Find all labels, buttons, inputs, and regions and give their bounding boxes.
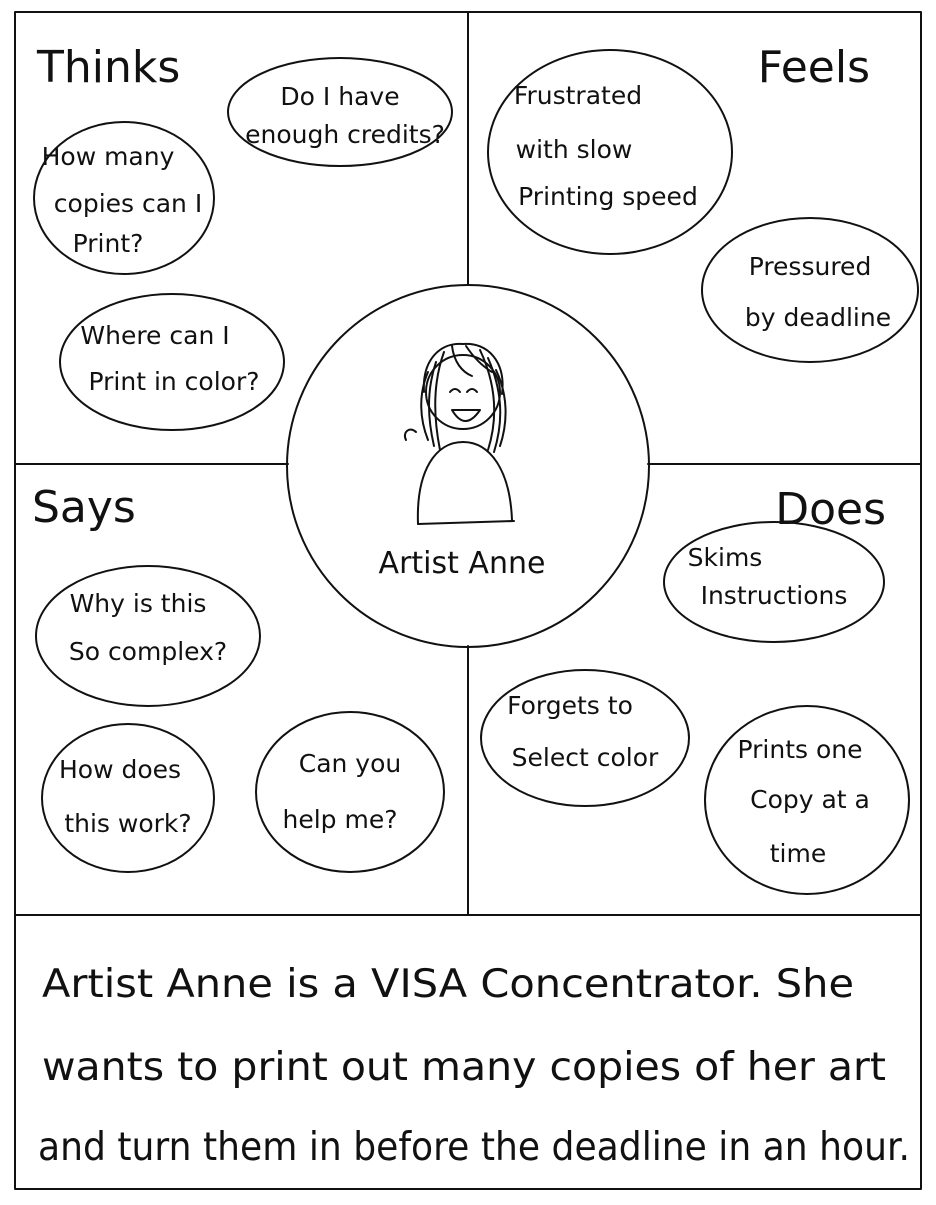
bubble-line: copies can I: [54, 189, 202, 218]
bubble-line: Do I have: [280, 82, 399, 111]
bubble-line: How many: [42, 142, 175, 171]
bubble-line: So complex?: [69, 637, 227, 666]
summary-line: Artist Anne is a VISA Concentrator. She: [42, 962, 854, 1007]
empathy-map: Artist Anne Thinks Feels Says Does Do I …: [14, 11, 922, 1190]
thinks-bubble-color: Where can I Print in color?: [59, 293, 285, 431]
heading-says: Says: [32, 482, 136, 533]
heading-thinks: Thinks: [36, 42, 180, 93]
bubble-line: How does: [59, 755, 181, 784]
bubble-line: enough credits?: [245, 120, 445, 149]
does-bubble-skims: Skims Instructions: [663, 521, 885, 643]
does-bubble-prints: Prints one Copy at a time: [704, 705, 910, 895]
bubble-line: Frustrated: [514, 81, 642, 110]
persona-summary: Artist Anne is a VISA Concentrator. She …: [38, 962, 910, 1170]
feels-bubble-pressured: Pressured by deadline: [701, 217, 919, 363]
says-bubble-complex: Why is this So complex?: [35, 565, 261, 707]
bubble-line: Printing speed: [518, 182, 698, 211]
bubble-line: Why is this: [70, 589, 207, 618]
woman-avatar-icon: [404, 342, 515, 525]
feels-bubble-frustrated: Frustrated with slow Printing speed: [487, 49, 733, 255]
does-bubble-forgets: Forgets to Select color: [480, 669, 690, 807]
says-bubble-help: Can you help me?: [255, 711, 445, 873]
bubble-line: Where can I: [80, 321, 229, 350]
says-bubble-how: How does this work?: [41, 723, 215, 873]
thinks-bubble-copies: How many copies can I Print?: [33, 121, 215, 275]
bubble-line: help me?: [283, 805, 398, 834]
bubble-line: Copy at a: [750, 785, 870, 814]
heading-feels: Feels: [758, 42, 870, 93]
summary-line: wants to print out many copies of her ar…: [42, 1045, 886, 1090]
bubble-line: Can you: [299, 749, 402, 778]
bubble-line: Skims: [688, 543, 763, 572]
summary-line: and turn them in before the deadline in …: [38, 1125, 910, 1170]
heading-does: Does: [775, 484, 886, 535]
bubble-line: Select color: [512, 743, 659, 772]
persona-name: Artist Anne: [379, 546, 546, 581]
bubble-line: by deadline: [745, 303, 891, 332]
persona-circle: [286, 284, 650, 648]
bubble-line: Pressured: [749, 252, 872, 281]
thinks-bubble-credits: Do I have enough credits?: [227, 57, 453, 167]
bubble-line: Print in color?: [88, 367, 259, 396]
bubble-line: Print?: [73, 229, 144, 258]
bubble-line: Forgets to: [507, 691, 633, 720]
bubble-line: with slow: [516, 135, 633, 164]
bubble-line: Prints one: [738, 735, 863, 764]
bubble-line: Instructions: [701, 581, 848, 610]
bubble-line: this work?: [64, 809, 191, 838]
bubble-line: time: [770, 839, 826, 868]
